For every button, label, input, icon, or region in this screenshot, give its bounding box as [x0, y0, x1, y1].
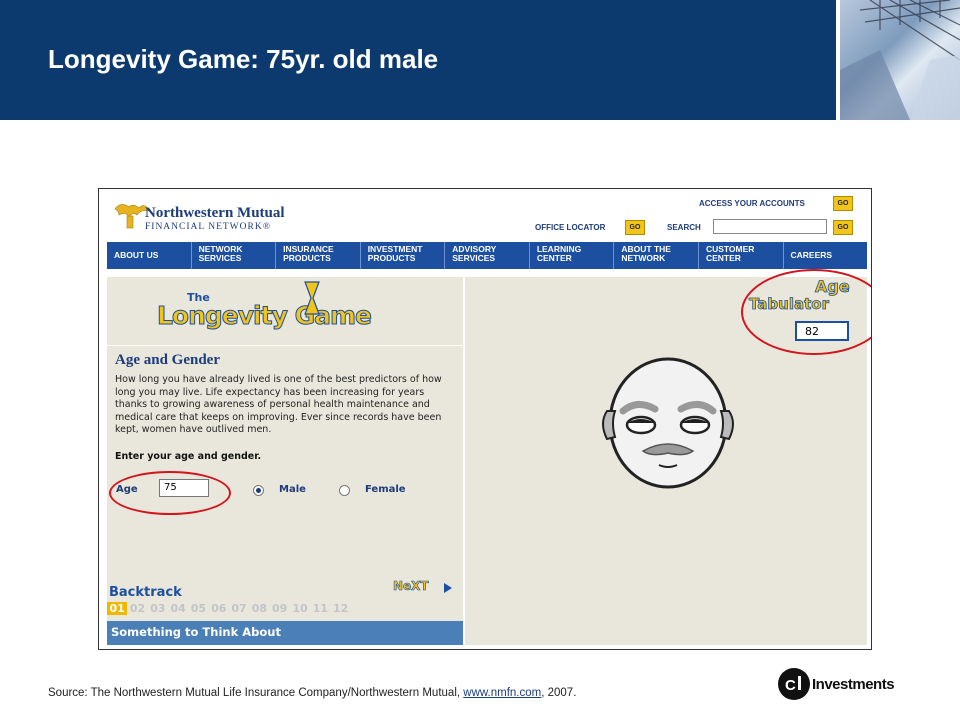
nm-brand-name[interactable]: Northwestern Mutual [145, 205, 285, 222]
backtrack-label: Backtrack [109, 585, 182, 600]
nav-investment-products[interactable]: INVESTMENT PRODUCTS [361, 242, 446, 269]
search-label: SEARCH [667, 223, 701, 232]
step-navigation: 01 02 03 04 05 06 07 08 09 10 11 12 [107, 602, 351, 615]
step-01[interactable]: 01 [107, 602, 128, 615]
step-11[interactable]: 11 [310, 602, 330, 615]
nav-learning-center[interactable]: LEARNING CENTER [530, 242, 615, 269]
nav-label: SERVICES [452, 253, 496, 263]
age-highlight-circle [109, 471, 231, 515]
longevity-game-logo: The Longevity Game [157, 281, 417, 343]
access-accounts-go-button[interactable]: GO [833, 196, 853, 211]
source-suffix: , 2007. [541, 687, 577, 699]
step-09[interactable]: 09 [270, 602, 290, 615]
next-button[interactable]: NeXT [393, 579, 455, 597]
nav-careers[interactable]: CAREERS [784, 242, 868, 269]
logo-main-text: Longevity Game [157, 301, 373, 331]
step-08[interactable]: 08 [249, 602, 269, 615]
step-12[interactable]: 12 [330, 602, 350, 615]
hourglass-icon [304, 281, 320, 315]
step-05[interactable]: 05 [188, 602, 208, 615]
next-arrow-icon [444, 583, 452, 593]
female-label: Female [365, 484, 406, 495]
building-photo [840, 0, 960, 120]
step-02[interactable]: 02 [127, 602, 147, 615]
nav-insurance-products[interactable]: INSURANCE PRODUCTS [276, 242, 361, 269]
step-04[interactable]: 04 [168, 602, 188, 615]
main-nav: ABOUT US NETWORK SERVICES INSURANCE PRODUC… [107, 242, 867, 269]
divider [107, 345, 463, 346]
nav-label: ABOUT US [114, 250, 159, 260]
male-label: Male [279, 484, 306, 495]
nm-brand-subtitle: FINANCIAL NETWORK® [145, 222, 271, 232]
section-heading: Age and Gender [115, 352, 220, 368]
step-07[interactable]: 07 [229, 602, 249, 615]
nav-about-us[interactable]: ABOUT US [107, 242, 192, 269]
step-10[interactable]: 10 [290, 602, 310, 615]
nav-label: PRODUCTS [283, 253, 331, 263]
slide-title: Longevity Game: 75yr. old male [48, 44, 439, 74]
female-radio[interactable] [339, 485, 350, 496]
source-prefix: Source: The Northwestern Mutual Life Ins… [48, 687, 464, 699]
section-body-text: How long you have already lived is one o… [115, 374, 442, 436]
instruction-text: Enter your age and gender. [115, 451, 262, 462]
office-locator-go-button[interactable]: GO [625, 220, 645, 235]
title-band: Longevity Game: 75yr. old male [0, 0, 836, 120]
male-radio[interactable] [253, 485, 264, 496]
old-man-face-illustration [602, 357, 734, 489]
nav-label: CENTER [705, 253, 741, 263]
nav-label: NETWORK [621, 253, 666, 263]
office-locator-label[interactable]: OFFICE LOCATOR [535, 223, 605, 232]
nav-label: SERVICES [198, 253, 242, 263]
nav-label: CENTER [536, 253, 572, 263]
search-go-button[interactable]: GO [833, 220, 853, 235]
ci-investments-wordmark: Investments [812, 676, 895, 693]
nav-label: CAREERS [790, 250, 833, 260]
nav-label: PRODUCTS [367, 253, 416, 263]
access-accounts-label[interactable]: ACCESS YOUR ACCOUNTS [699, 199, 805, 208]
svg-text:C: C [785, 677, 796, 694]
source-citation: Source: The Northwestern Mutual Life Ins… [48, 687, 576, 699]
source-link[interactable]: www.nmfn.com [463, 687, 541, 699]
step-03[interactable]: 03 [148, 602, 168, 615]
next-label: NeXT [393, 579, 429, 594]
game-left-panel: The Longevity Game Age and Gender How lo… [107, 277, 463, 645]
step-06[interactable]: 06 [209, 602, 229, 615]
nav-network-services[interactable]: NETWORK SERVICES [192, 242, 277, 269]
nav-advisory-services[interactable]: ADVISORY SERVICES [445, 242, 530, 269]
something-to-think-about-bar[interactable]: Something to Think About [107, 621, 463, 645]
website-screenshot: Northwestern Mutual FINANCIAL NETWORK® A… [98, 188, 872, 650]
nav-about-the-network[interactable]: ABOUT THE NETWORK [614, 242, 699, 269]
slide: Longevity Game: 75yr. old male Northwest… [0, 0, 960, 720]
search-input[interactable] [713, 219, 827, 234]
nav-customer-center[interactable]: CUSTOMER CENTER [699, 242, 784, 269]
